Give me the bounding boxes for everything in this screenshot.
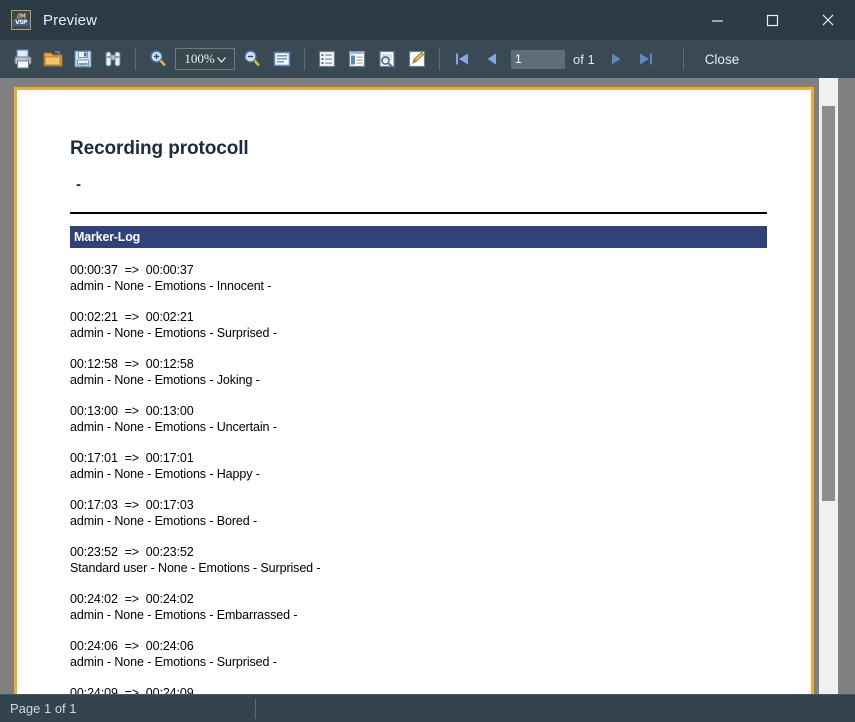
save-icon[interactable] bbox=[68, 44, 98, 74]
edit-pencil-icon[interactable] bbox=[402, 44, 432, 74]
marker-log-list: 00:00:37 => 00:00:37 admin - None - Emot… bbox=[70, 262, 781, 694]
log-entry-detail: Standard user - None - Emotions - Surpri… bbox=[70, 561, 321, 575]
toolbar-separator-1 bbox=[135, 48, 136, 70]
list-item: 00:17:01 => 00:17:01 admin - None - Emot… bbox=[70, 450, 781, 482]
list-item: 00:23:52 => 00:23:52 Standard user - Non… bbox=[70, 544, 781, 576]
list-item: 00:02:21 => 00:02:21 admin - None - Emot… bbox=[70, 309, 781, 341]
title-divider bbox=[70, 212, 767, 214]
zoom-in-icon[interactable] bbox=[143, 44, 173, 74]
window-controls bbox=[690, 0, 855, 40]
page-count-label: of 1 bbox=[573, 51, 595, 67]
page-title: Recording protocoll bbox=[70, 138, 249, 159]
zoom-level-select[interactable]: 100% bbox=[175, 48, 235, 70]
list-item: 00:17:03 => 00:17:03 admin - None - Emot… bbox=[70, 497, 781, 529]
app-icon-line2: VSP bbox=[12, 20, 30, 26]
page-area: Recording protocoll - Marker-Log 00:00:3… bbox=[0, 78, 819, 694]
toolbar-separator-4 bbox=[682, 48, 684, 70]
document-page: Recording protocoll - Marker-Log 00:00:3… bbox=[14, 87, 814, 694]
zoom-level-value: 100% bbox=[184, 51, 215, 66]
list-item: 00:12:58 => 00:12:58 admin - None - Emot… bbox=[70, 356, 781, 388]
minimize-button[interactable] bbox=[690, 0, 745, 40]
preview-window: //M VSP Preview 100% 1 of 1 Close Record… bbox=[0, 0, 855, 722]
log-entry-detail: admin - None - Emotions - Innocent - bbox=[70, 279, 272, 293]
print-icon[interactable] bbox=[8, 44, 38, 74]
two-pane-view-icon[interactable] bbox=[342, 44, 372, 74]
vertical-scrollbar[interactable] bbox=[819, 78, 838, 694]
close-window-button[interactable] bbox=[800, 0, 855, 40]
log-entry-time: 00:12:58 => 00:12:58 bbox=[70, 357, 194, 371]
last-page-button[interactable] bbox=[631, 44, 661, 74]
list-item: 00:00:37 => 00:00:37 admin - None - Emot… bbox=[70, 262, 781, 294]
close-preview-button[interactable]: Close bbox=[691, 44, 754, 74]
outline-view-icon[interactable] bbox=[312, 44, 342, 74]
page-subtitle: - bbox=[76, 176, 81, 193]
log-entry-time: 00:17:03 => 00:17:03 bbox=[70, 498, 194, 512]
maximize-button[interactable] bbox=[745, 0, 800, 40]
scrollbar-thumb[interactable] bbox=[822, 106, 835, 501]
first-page-button[interactable] bbox=[447, 44, 477, 74]
status-bar: Page 1 of 1 bbox=[0, 694, 855, 722]
log-entry-time: 00:24:09 => 00:24:09 bbox=[70, 686, 194, 694]
list-item: 00:24:09 => 00:24:09 Standard user - Non… bbox=[70, 685, 781, 694]
log-entry-detail: admin - None - Emotions - Surprised - bbox=[70, 326, 277, 340]
list-item: 00:24:02 => 00:24:02 admin - None - Emot… bbox=[70, 591, 781, 623]
log-entry-time: 00:23:52 => 00:23:52 bbox=[70, 545, 194, 559]
window-title: Preview bbox=[43, 11, 98, 29]
log-entry-detail: admin - None - Emotions - Bored - bbox=[70, 514, 258, 528]
log-entry-time: 00:24:02 => 00:24:02 bbox=[70, 592, 194, 606]
list-item: 00:13:00 => 00:13:00 admin - None - Emot… bbox=[70, 403, 781, 435]
app-icon: //M VSP bbox=[11, 10, 31, 30]
log-entry-detail: admin - None - Emotions - Surprised - bbox=[70, 655, 277, 669]
find-binoculars-icon[interactable] bbox=[98, 44, 128, 74]
next-page-button[interactable] bbox=[601, 44, 631, 74]
log-entry-detail: admin - None - Emotions - Embarrassed - bbox=[70, 608, 298, 622]
previous-page-button[interactable] bbox=[477, 44, 507, 74]
toolbar-separator-3 bbox=[439, 48, 440, 70]
chevron-down-icon bbox=[216, 50, 226, 68]
page-view-icon[interactable] bbox=[267, 44, 297, 74]
log-entry-detail: admin - None - Emotions - Joking - bbox=[70, 373, 260, 387]
toolbar-separator-2 bbox=[304, 48, 305, 70]
log-entry-time: 00:24:06 => 00:24:06 bbox=[70, 639, 194, 653]
status-separator bbox=[255, 699, 256, 719]
list-item: 00:24:06 => 00:24:06 admin - None - Emot… bbox=[70, 638, 781, 670]
log-entry-detail: admin - None - Emotions - Uncertain - bbox=[70, 420, 277, 434]
title-bar: //M VSP Preview bbox=[0, 0, 855, 40]
log-entry-time: 00:00:37 => 00:00:37 bbox=[70, 263, 194, 277]
page-status-label: Page 1 of 1 bbox=[10, 701, 77, 716]
log-entry-detail: admin - None - Emotions - Happy - bbox=[70, 467, 260, 481]
toolbar: 100% 1 of 1 Close bbox=[0, 40, 855, 78]
section-header-marker-log: Marker-Log bbox=[70, 226, 767, 248]
open-folder-icon[interactable] bbox=[38, 44, 68, 74]
log-entry-time: 00:17:01 => 00:17:01 bbox=[70, 451, 194, 465]
preview-viewport: Recording protocoll - Marker-Log 00:00:3… bbox=[0, 78, 855, 694]
zoom-out-icon[interactable] bbox=[237, 44, 267, 74]
thumbnail-view-icon[interactable] bbox=[372, 44, 402, 74]
log-entry-time: 00:13:00 => 00:13:00 bbox=[70, 404, 194, 418]
log-entry-time: 00:02:21 => 00:02:21 bbox=[70, 310, 194, 324]
page-number-input[interactable] bbox=[511, 49, 565, 69]
